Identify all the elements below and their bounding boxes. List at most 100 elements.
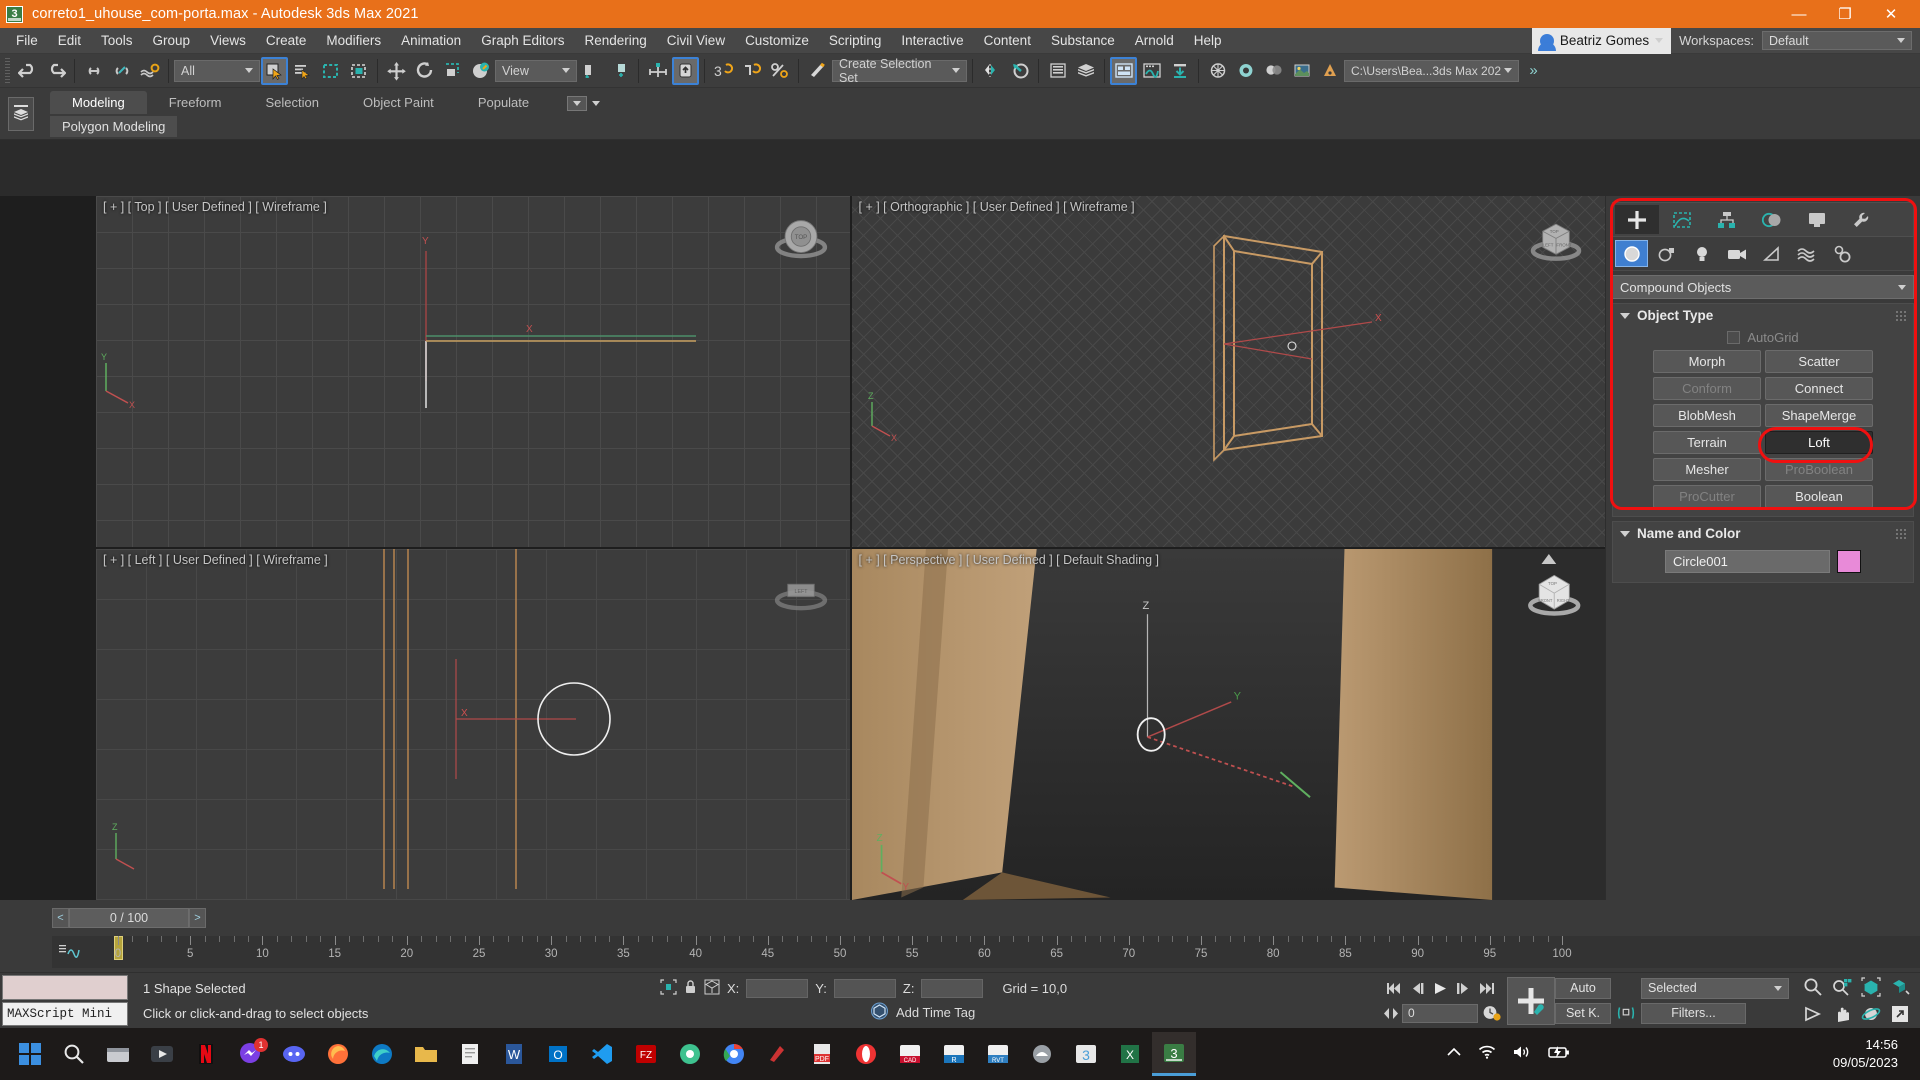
file-explorer-icon[interactable] xyxy=(96,1032,140,1076)
loft-button[interactable]: Loft xyxy=(1765,431,1873,454)
morph-button[interactable]: Morph xyxy=(1653,350,1761,373)
polygon-modeling-panel[interactable]: Polygon Modeling xyxy=(50,115,178,137)
selection-filter-dropdown[interactable]: All xyxy=(174,59,260,82)
toolbar-grip[interactable] xyxy=(5,57,10,84)
add-time-tag-row[interactable]: Add Time Tag xyxy=(660,1002,1383,1023)
select-scale-icon[interactable] xyxy=(439,57,466,85)
menu-edit[interactable]: Edit xyxy=(48,30,91,51)
viewcube-top[interactable]: TOP xyxy=(770,210,832,272)
viewport-perspective[interactable]: [ + ] [ Perspective ] [ User Defined ] [… xyxy=(851,549,1605,900)
menu-scripting[interactable]: Scripting xyxy=(819,30,892,51)
opera-icon[interactable] xyxy=(844,1032,888,1076)
tab-object-paint[interactable]: Object Paint xyxy=(341,91,456,114)
viewcube-orthographic[interactable]: TOP LEFT FRONT xyxy=(1525,210,1587,272)
menu-modifiers[interactable]: Modifiers xyxy=(316,30,391,51)
play-animation-icon[interactable] xyxy=(1429,978,1451,999)
mesher-button[interactable]: Mesher xyxy=(1653,458,1761,481)
media-player-icon[interactable] xyxy=(140,1032,184,1076)
menu-views[interactable]: Views xyxy=(200,30,256,51)
frame-counter[interactable]: 0 / 100 xyxy=(69,908,189,928)
current-frame-input[interactable]: 0 xyxy=(1402,1003,1478,1023)
sketchup-icon[interactable] xyxy=(756,1032,800,1076)
reference-coordinate-dropdown[interactable]: View xyxy=(495,59,577,82)
scene-explorer-icon[interactable] xyxy=(1072,57,1099,85)
vscode-icon[interactable] xyxy=(580,1032,624,1076)
taskbar-clock[interactable]: 14:56 09/05/2023 xyxy=(1833,1036,1912,1071)
rectangular-select-icon[interactable] xyxy=(317,57,344,85)
chevron-down-icon[interactable] xyxy=(592,101,601,106)
redo-icon[interactable] xyxy=(42,57,69,85)
viewport-left[interactable]: [ + ] [ Left ] [ User Defined ] [ Wirefr… xyxy=(96,549,850,900)
next-frame-button[interactable]: > xyxy=(189,908,206,928)
zoom-all-icon[interactable] xyxy=(1828,974,1856,1000)
modify-tab[interactable] xyxy=(1660,205,1704,234)
menu-content[interactable]: Content xyxy=(974,30,1041,51)
snap-toggle-icon[interactable] xyxy=(672,56,699,85)
object-color-swatch[interactable] xyxy=(1837,550,1861,573)
create-tab[interactable] xyxy=(1615,205,1659,234)
next-frame-icon[interactable] xyxy=(1452,978,1474,999)
named-selection-icon[interactable] xyxy=(804,57,831,85)
use-pivot-icon[interactable] xyxy=(644,57,671,85)
filezilla-icon[interactable]: FZ xyxy=(624,1032,668,1076)
excel-icon[interactable]: X xyxy=(1108,1032,1152,1076)
quick-render-icon[interactable] xyxy=(1316,57,1343,85)
systems-subtab[interactable] xyxy=(1825,240,1858,267)
scatter-button[interactable]: Scatter xyxy=(1765,350,1873,373)
layer-explorer-icon[interactable] xyxy=(1044,57,1071,85)
display-tab[interactable] xyxy=(1795,205,1839,234)
viewport-label-top[interactable]: [ + ] [ Top ] [ User Defined ] [ Wirefra… xyxy=(103,200,327,214)
start-windows-icon[interactable] xyxy=(8,1032,52,1076)
cameras-subtab[interactable] xyxy=(1720,240,1753,267)
select-object-icon[interactable] xyxy=(261,56,288,85)
terrain-button[interactable]: Terrain xyxy=(1653,431,1761,454)
utilities-tab[interactable] xyxy=(1840,205,1884,234)
user-account-button[interactable]: Beatriz Gomes xyxy=(1531,27,1672,54)
go-to-start-icon[interactable] xyxy=(1383,978,1405,999)
max-active-icon[interactable]: 3 xyxy=(1152,1032,1196,1076)
orbit-icon[interactable] xyxy=(1857,1001,1885,1027)
discord-icon[interactable] xyxy=(272,1032,316,1076)
object-type-header[interactable]: Object Type xyxy=(1613,304,1913,327)
drag-handle-dots[interactable] xyxy=(1895,310,1906,321)
x-input[interactable] xyxy=(746,978,809,998)
space-warps-subtab[interactable] xyxy=(1790,240,1823,267)
tab-selection[interactable]: Selection xyxy=(244,91,341,114)
go-to-end-icon[interactable] xyxy=(1475,978,1497,999)
pdf-icon[interactable]: PDF xyxy=(800,1032,844,1076)
mirror-icon[interactable] xyxy=(978,57,1005,85)
auto-key-button[interactable]: Auto xyxy=(1555,977,1611,999)
object-name-input[interactable]: Circle001 xyxy=(1665,550,1830,573)
menu-civil-view[interactable]: Civil View xyxy=(657,30,735,51)
select-rotate-icon[interactable] xyxy=(411,57,438,85)
boolean-button[interactable]: Boolean xyxy=(1765,485,1873,508)
outlook-icon[interactable]: O xyxy=(536,1032,580,1076)
netflix-icon[interactable] xyxy=(184,1032,228,1076)
menu-help[interactable]: Help xyxy=(1184,30,1232,51)
expand-toolbar-icon[interactable]: » xyxy=(1520,57,1547,85)
helpers-subtab[interactable] xyxy=(1755,240,1788,267)
selection-set-dropdown[interactable]: Create Selection Set xyxy=(832,57,967,85)
rvt-icon[interactable]: RVT xyxy=(976,1032,1020,1076)
undo-icon[interactable] xyxy=(14,57,41,85)
maxscript-output-pane[interactable] xyxy=(2,975,128,1000)
project-path-field[interactable]: C:\Users\Bea...3ds Max 202 xyxy=(1344,59,1519,82)
battery-icon[interactable] xyxy=(1547,1044,1571,1064)
object-category-select[interactable]: Compound Objects xyxy=(1612,275,1914,299)
viewport-orthographic[interactable]: [ + ] [ Orthographic ] [ User Defined ] … xyxy=(851,196,1605,547)
menu-group[interactable]: Group xyxy=(143,30,201,51)
z-input[interactable] xyxy=(921,978,984,998)
zoom-icon[interactable] xyxy=(1799,974,1827,1000)
minimize-button[interactable]: — xyxy=(1776,0,1822,28)
volume-icon[interactable] xyxy=(1512,1044,1532,1064)
key-filter-dropdown[interactable]: Selected xyxy=(1641,977,1789,999)
percent-snap-icon[interactable] xyxy=(738,57,765,85)
maximize-viewport-icon[interactable] xyxy=(1886,1001,1914,1027)
render-setup-icon[interactable] xyxy=(1166,57,1193,85)
word-icon[interactable]: W xyxy=(492,1032,536,1076)
max-3-icon[interactable]: 3 xyxy=(1064,1032,1108,1076)
select-link-icon[interactable] xyxy=(80,57,107,85)
set-key-mode-icon[interactable] xyxy=(1615,1003,1637,1024)
close-button[interactable]: ✕ xyxy=(1868,0,1914,28)
menu-substance[interactable]: Substance xyxy=(1041,30,1125,51)
